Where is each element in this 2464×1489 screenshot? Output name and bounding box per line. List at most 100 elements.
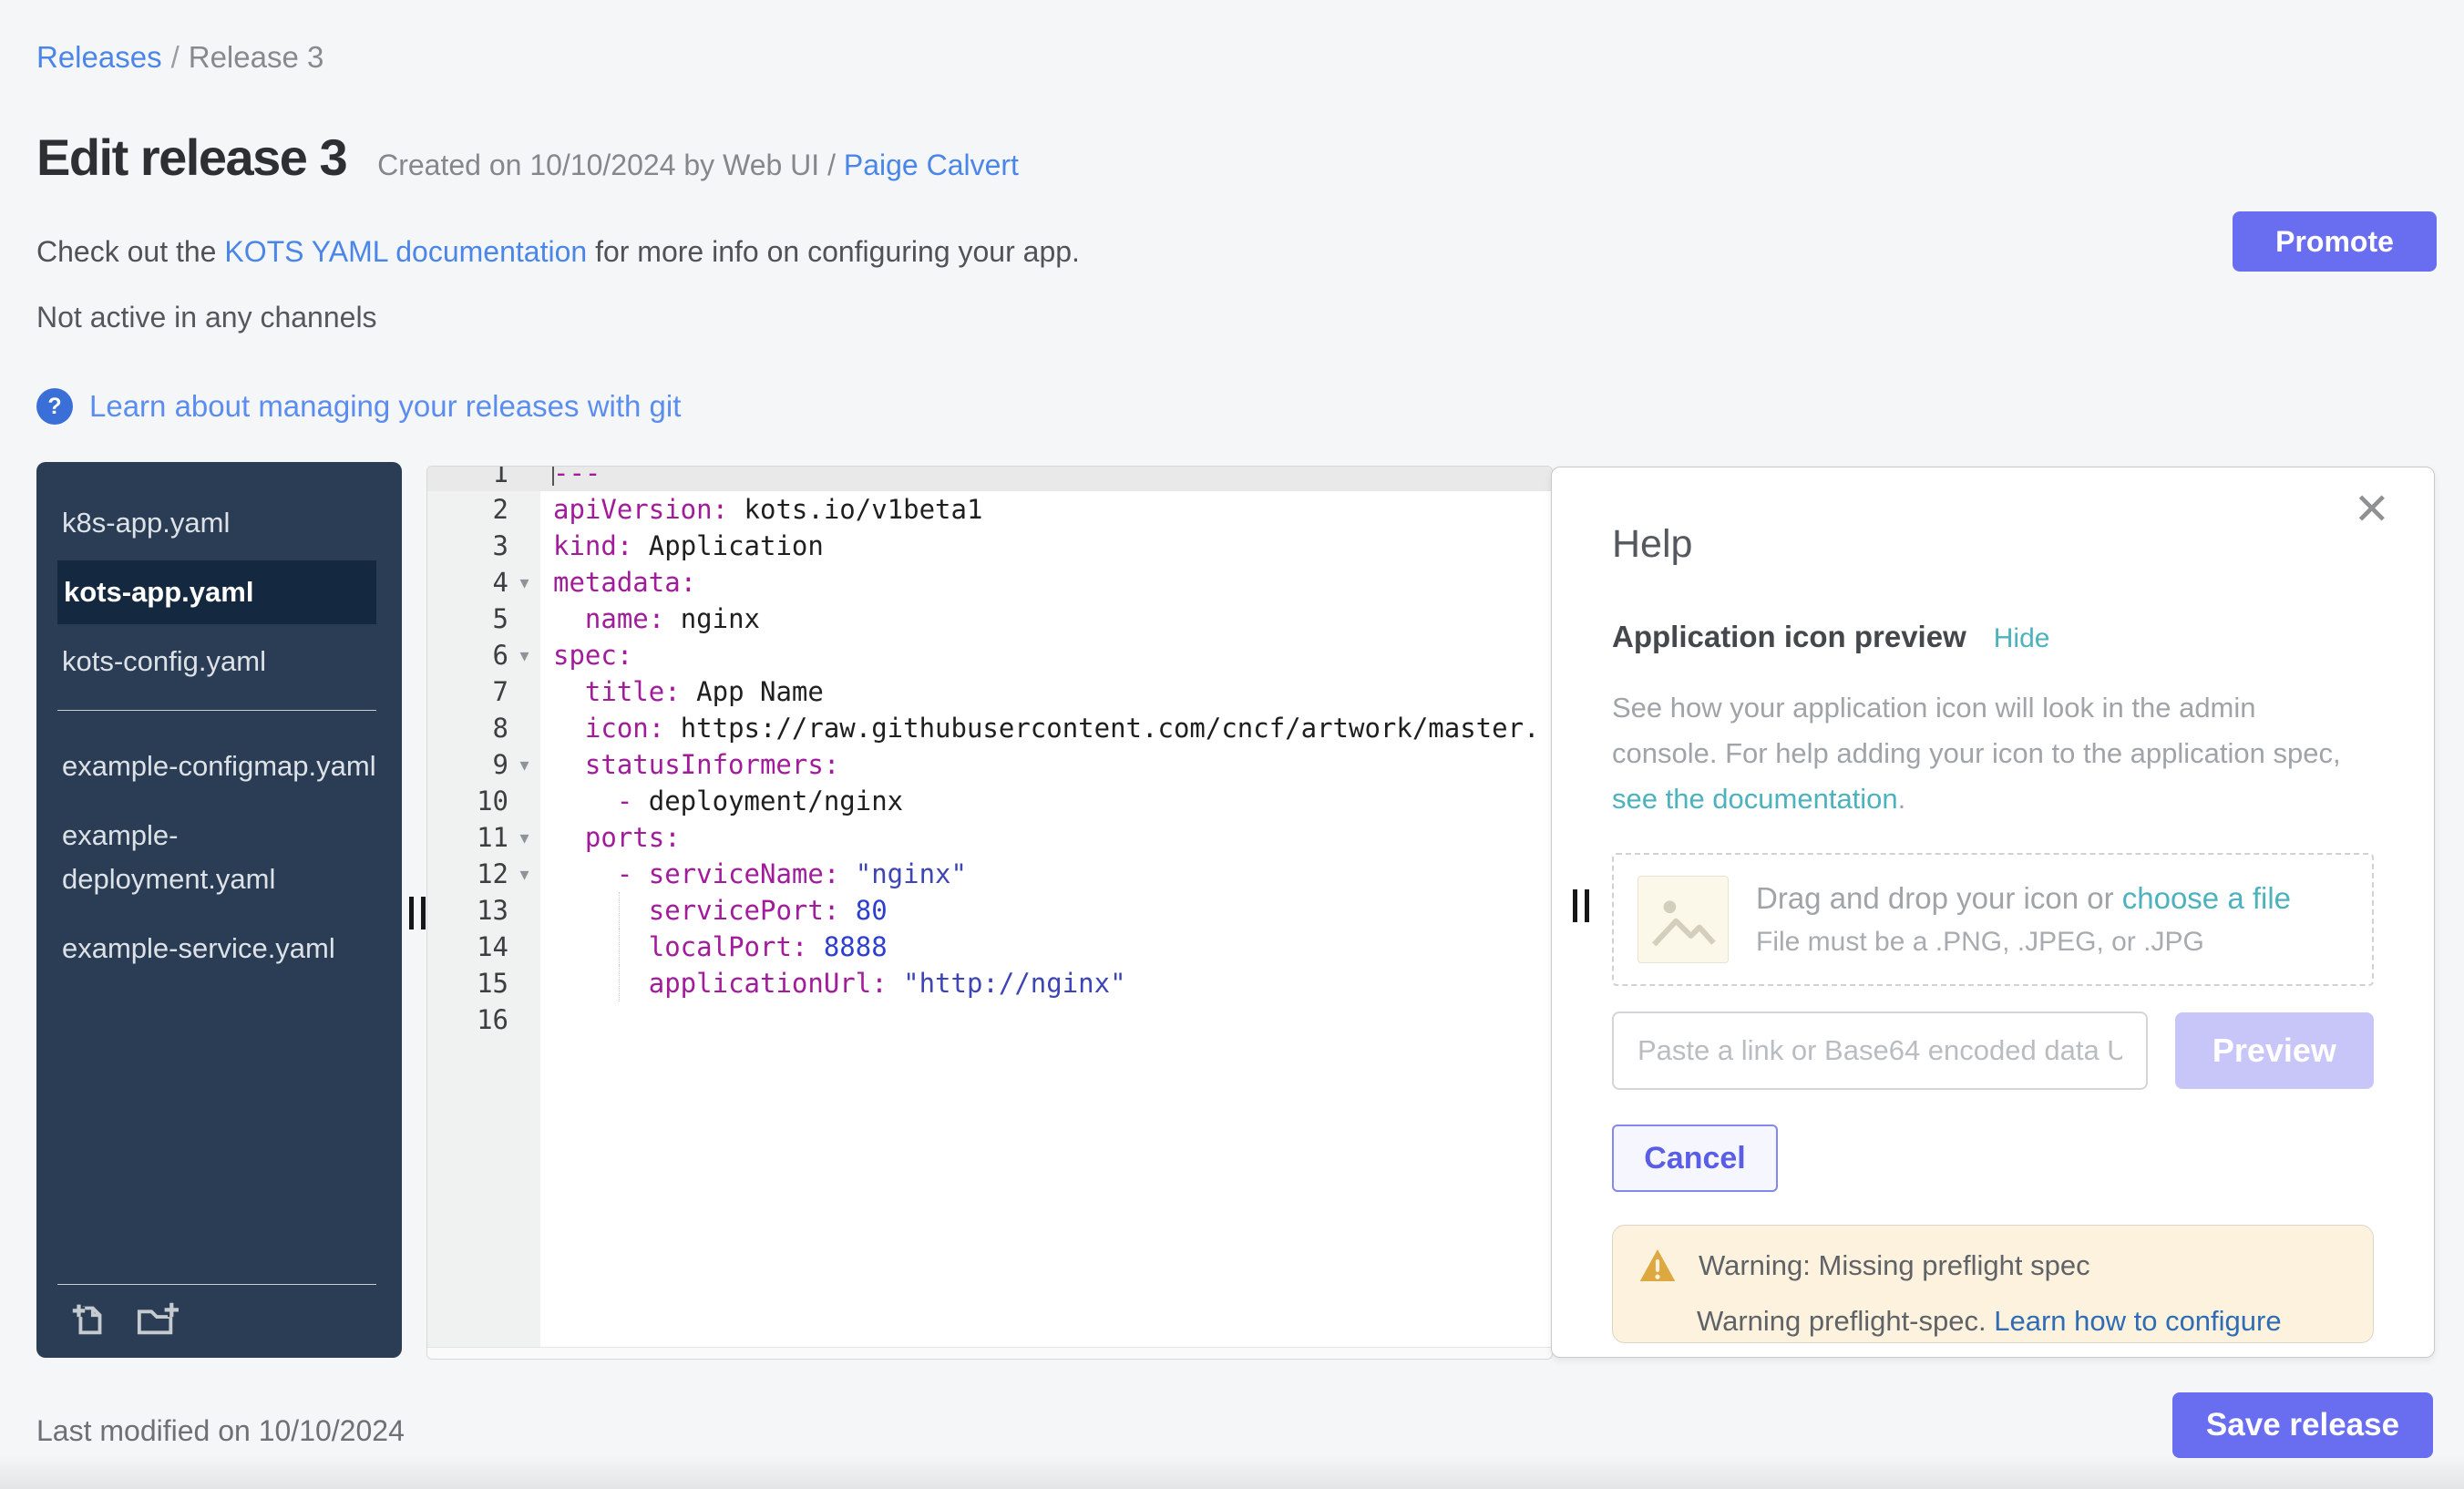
- breadcrumb-current: Release 3: [189, 40, 324, 74]
- warning-triangle-icon: [1638, 1248, 1677, 1283]
- warning-detail-text: Warning preflight-spec.: [1697, 1305, 1994, 1337]
- add-file-icon[interactable]: [68, 1298, 110, 1340]
- learn-how-to-configure-link[interactable]: Learn how to configure: [1994, 1305, 2281, 1337]
- code-text: - serviceName: "nginx": [540, 858, 967, 889]
- line-number: 6: [427, 640, 508, 671]
- code-text: metadata:: [540, 567, 696, 598]
- line-number: 5: [427, 603, 508, 634]
- line-number: 10: [427, 786, 508, 816]
- code-text: spec:: [540, 640, 632, 671]
- line-number: 12: [427, 858, 508, 889]
- bottom-fade: [0, 1454, 2464, 1489]
- save-release-button[interactable]: Save release: [2172, 1392, 2433, 1458]
- code-line[interactable]: 8 icon: https://raw.githubusercontent.co…: [427, 710, 1552, 746]
- git-help-row[interactable]: ? Learn about managing your releases wit…: [36, 388, 681, 425]
- docs-line: Check out the KOTS YAML documentation fo…: [36, 235, 1080, 269]
- code-text: applicationUrl: "http://nginx": [540, 968, 1126, 999]
- fold-arrow-icon[interactable]: [508, 863, 540, 885]
- editor-horizontal-scrollbar[interactable]: [427, 1347, 1552, 1359]
- preview-button[interactable]: Preview: [2175, 1012, 2374, 1089]
- line-number: 8: [427, 713, 508, 744]
- code-text: localPort: 8888: [540, 931, 888, 962]
- code-line[interactable]: 7 title: App Name: [427, 673, 1552, 710]
- fold-arrow-icon[interactable]: [508, 571, 540, 593]
- help-panel: ✕ Help Application icon preview Hide See…: [1551, 467, 2435, 1358]
- preflight-warning-box: Warning: Missing preflight spec Warning …: [1612, 1225, 2374, 1343]
- code-line[interactable]: 10 - deployment/nginx: [427, 783, 1552, 819]
- code-text: name: nginx: [540, 603, 760, 634]
- help-panel-title: Help: [1612, 522, 2374, 567]
- code-line[interactable]: 9 statusInformers:: [427, 746, 1552, 783]
- file-item-kots-app-selected[interactable]: kots-app.yaml: [57, 560, 376, 624]
- page-title: Edit release 3: [36, 128, 346, 187]
- created-info: Created on 10/10/2024 by Web UI / Paige …: [377, 149, 1019, 182]
- yaml-code-editor[interactable]: 1 --- 2 apiVersion: kots.io/v1beta1 3kind:…: [426, 466, 1553, 1360]
- line-number: 1: [427, 466, 508, 488]
- author-link[interactable]: Paige Calvert: [844, 149, 1019, 181]
- description-period: .: [1898, 783, 1906, 815]
- code-text: icon: https://raw.githubusercontent.com/…: [540, 713, 1540, 744]
- code-text: kind: Application: [540, 530, 824, 561]
- icon-preview-description: See how your application icon will look …: [1612, 685, 2374, 822]
- sidebar-resize-handle[interactable]: [409, 897, 426, 929]
- file-item-example-service[interactable]: example-service.yaml: [36, 919, 402, 979]
- code-line[interactable]: 5 name: nginx: [427, 601, 1552, 637]
- channel-status: Not active in any channels: [36, 301, 377, 334]
- see-documentation-link[interactable]: see the documentation: [1612, 783, 1898, 815]
- code-line[interactable]: 15 applicationUrl: "http://nginx": [427, 965, 1552, 1001]
- code-line[interactable]: 13 servicePort: 80: [427, 892, 1552, 929]
- code-text: apiVersion: kots.io/v1beta1: [540, 494, 982, 525]
- code-line[interactable]: 1 ---: [427, 466, 1552, 491]
- line-number: 11: [427, 822, 508, 853]
- breadcrumb-releases-link[interactable]: Releases: [36, 40, 162, 74]
- fold-arrow-icon[interactable]: [508, 754, 540, 775]
- icon-dropzone[interactable]: Drag and drop your icon or choose a file…: [1612, 853, 2374, 986]
- docs-text-before: Check out the: [36, 235, 224, 268]
- fold-arrow-icon[interactable]: [508, 644, 540, 666]
- code-line[interactable]: 3kind: Application: [427, 528, 1552, 564]
- dropzone-hint: File must be a .PNG, .JPEG, or .JPG: [1756, 927, 2291, 958]
- code-line[interactable]: 14 localPort: 8888: [427, 929, 1552, 965]
- text-cursor: [552, 466, 554, 486]
- line-number: 14: [427, 931, 508, 962]
- sidebar-bottom-bar: [57, 1284, 376, 1358]
- docs-text-after: for more info on configuring your app.: [587, 235, 1080, 268]
- dropzone-text: Drag and drop your icon or: [1756, 881, 2122, 915]
- code-line[interactable]: 6 spec:: [427, 637, 1552, 673]
- description-line-3: see the documentation.: [1612, 776, 2374, 822]
- warning-detail: Warning preflight-spec. Learn how to con…: [1697, 1305, 2373, 1338]
- help-panel-resize-handle[interactable]: [1573, 889, 1589, 922]
- image-placeholder-icon: [1638, 876, 1729, 963]
- code-line[interactable]: 16: [427, 1001, 1552, 1038]
- file-item-k8s-app[interactable]: k8s-app.yaml: [36, 493, 402, 553]
- icon-url-input[interactable]: [1612, 1011, 2148, 1090]
- close-icon[interactable]: ✕: [2354, 484, 2390, 535]
- line-number: 9: [427, 749, 508, 780]
- code-line[interactable]: 2 apiVersion: kots.io/v1beta1: [427, 491, 1552, 528]
- promote-button[interactable]: Promote: [2233, 211, 2437, 272]
- kots-yaml-docs-link[interactable]: KOTS YAML documentation: [224, 235, 587, 268]
- description-line-2: console. For help adding your icon to th…: [1612, 731, 2374, 776]
- hide-link[interactable]: Hide: [1994, 623, 2050, 654]
- code-line[interactable]: 12 - serviceName: "nginx": [427, 856, 1552, 892]
- icon-preview-section-title: Application icon preview: [1612, 620, 1966, 654]
- cancel-button[interactable]: Cancel: [1612, 1124, 1778, 1192]
- file-item-example-configmap[interactable]: example-configmap.yaml: [36, 736, 402, 796]
- warning-title: Warning: Missing preflight spec: [1699, 1249, 2090, 1282]
- code-text: title: App Name: [540, 676, 824, 707]
- code-text: ---: [540, 466, 601, 488]
- line-number: 16: [427, 1004, 508, 1035]
- code-text: servicePort: 80: [540, 895, 888, 926]
- breadcrumb: Releases / Release 3: [36, 40, 323, 75]
- line-number: 2: [427, 494, 508, 525]
- add-folder-icon[interactable]: [134, 1298, 180, 1340]
- fold-arrow-icon[interactable]: [508, 827, 540, 848]
- file-item-kots-config[interactable]: kots-config.yaml: [36, 632, 402, 692]
- breadcrumb-separator: /: [171, 40, 180, 74]
- file-item-example-deployment[interactable]: example-deployment.yaml: [36, 806, 402, 909]
- choose-file-link[interactable]: choose a file: [2122, 881, 2291, 915]
- code-text: ports:: [540, 822, 681, 853]
- code-line[interactable]: 11 ports:: [427, 819, 1552, 856]
- git-releases-link[interactable]: Learn about managing your releases with …: [89, 389, 681, 424]
- code-line[interactable]: 4metadata:: [427, 564, 1552, 601]
